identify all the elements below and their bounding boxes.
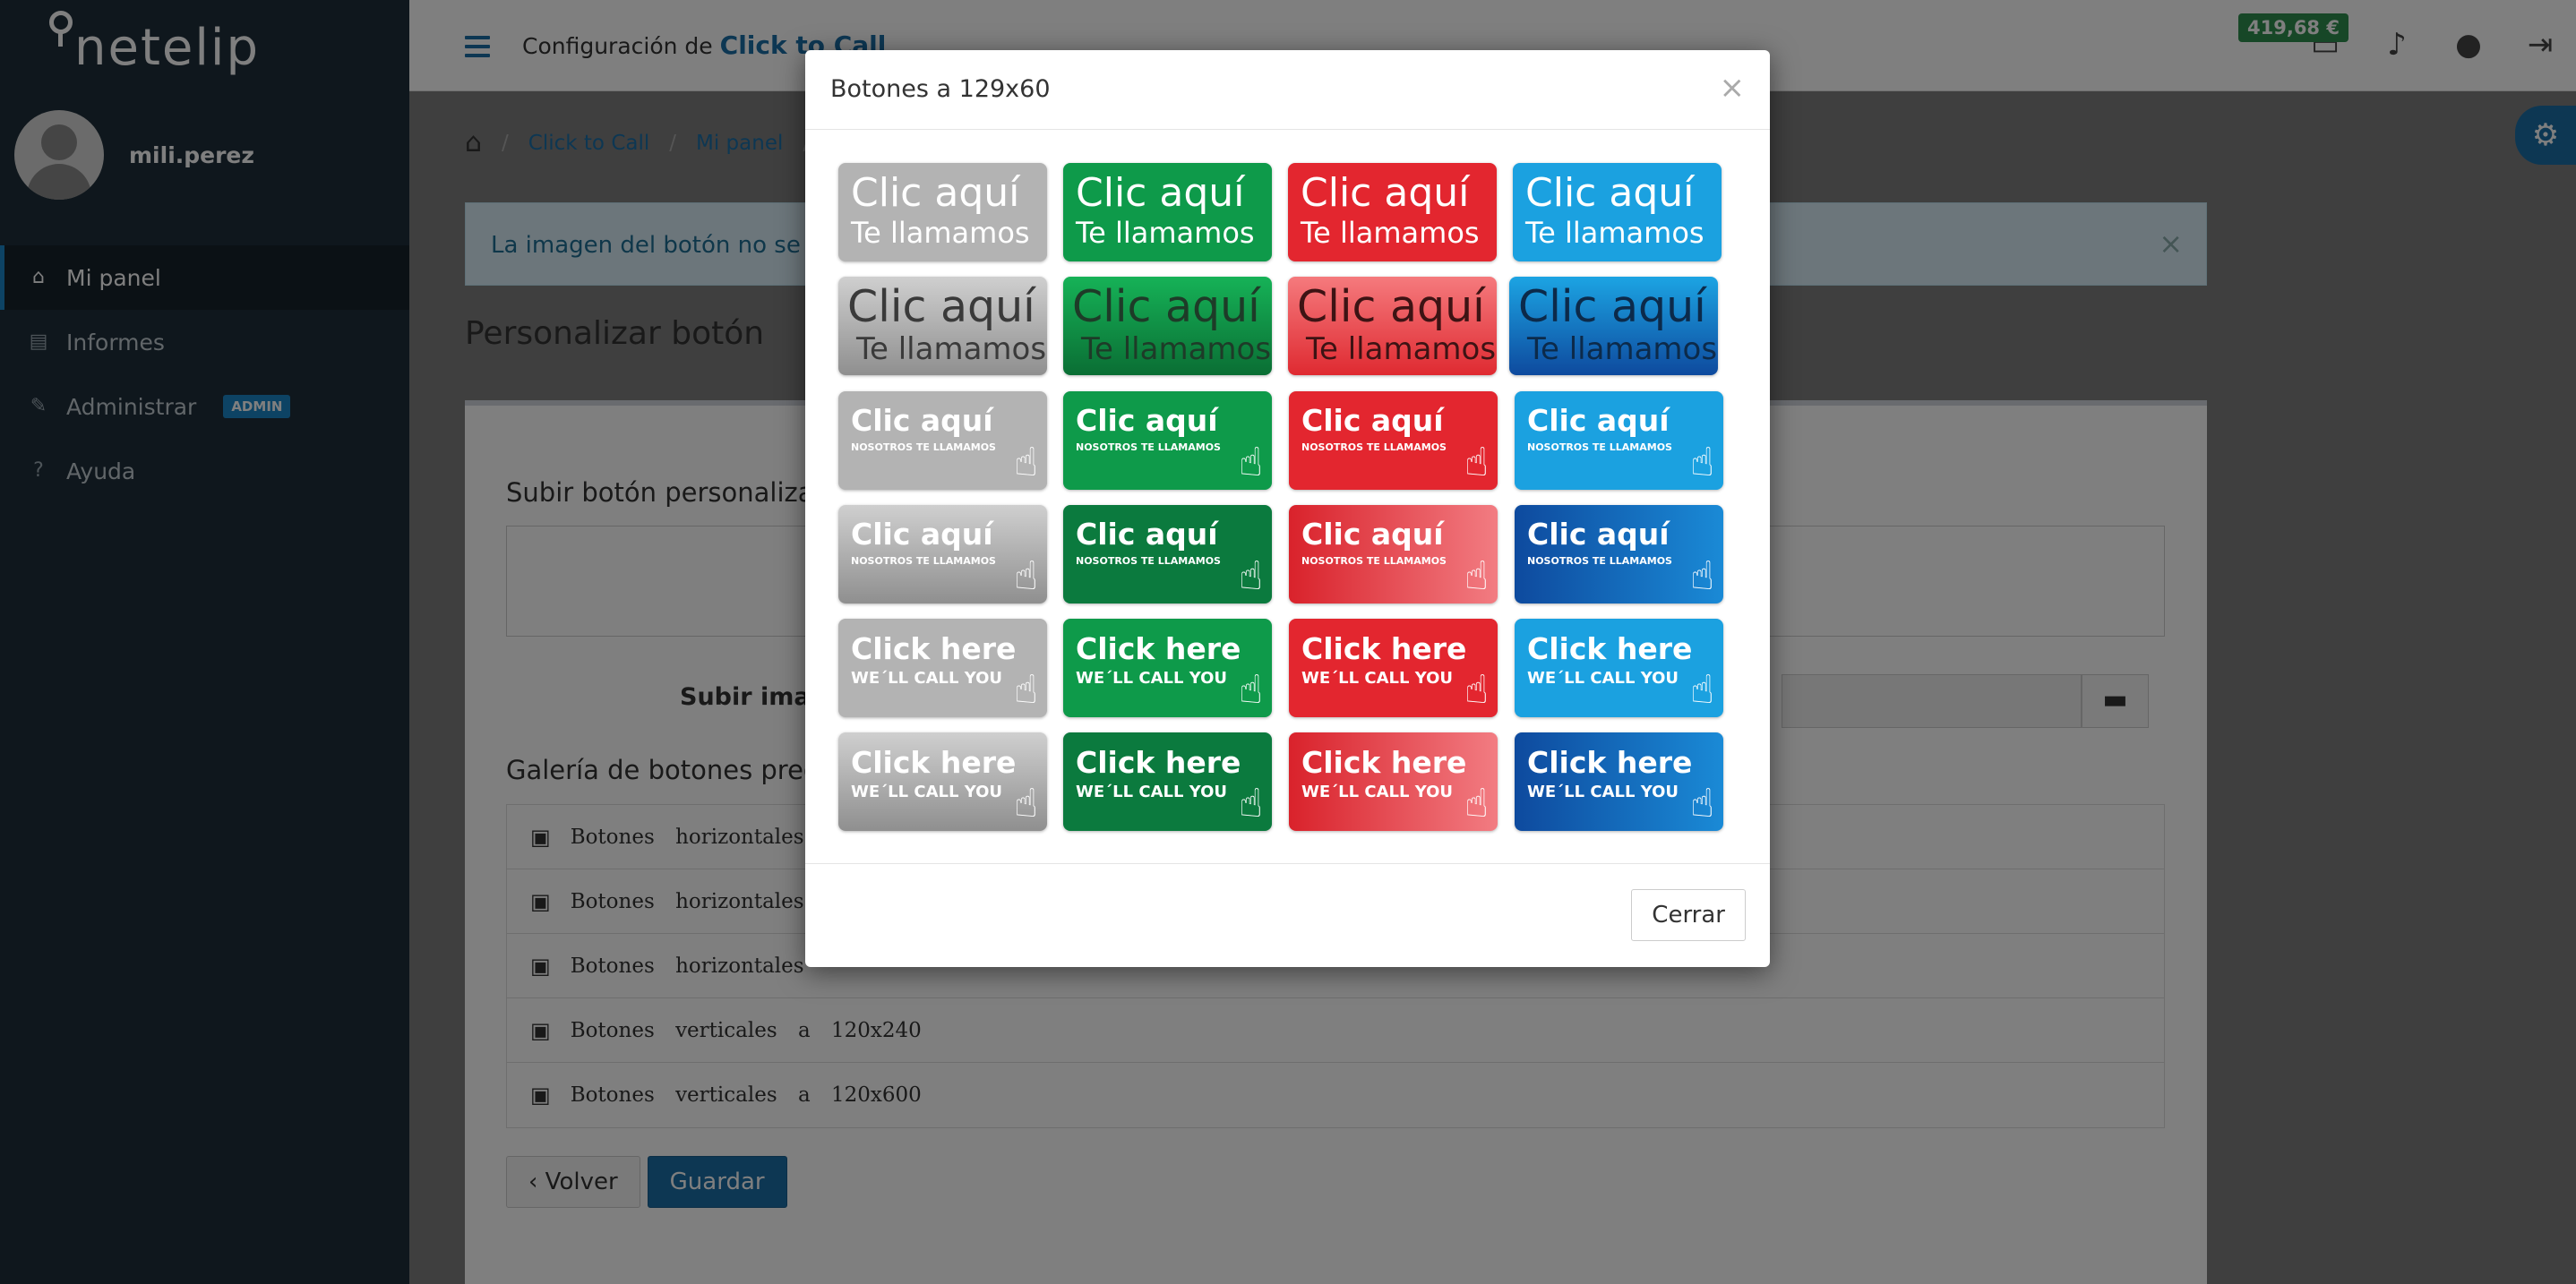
hand-pointer-icon: ☝ [1014,553,1038,599]
hand-pointer-icon: ☝ [1464,781,1489,826]
button-option[interactable]: Clic aquí Te llamamos [1288,277,1497,375]
hand-pointer-icon: ☝ [1014,781,1038,826]
button-row: Clic aquí NOSOTROS TE LLAMAMOS ☝ Clic aquí… [838,505,1734,603]
hand-pointer-icon: ☝ [1464,440,1489,485]
close-icon[interactable]: × [1720,70,1746,106]
button-option[interactable]: Click here WE´LL CALL YOU ☝ [1289,619,1498,717]
hand-pointer-icon: ☝ [1239,781,1263,826]
button-option[interactable]: Clic aquí NOSOTROS TE LLAMAMOS ☝ [1063,505,1272,603]
button-option[interactable]: Clic aquí NOSOTROS TE LLAMAMOS ☝ [1515,505,1723,603]
button-option[interactable]: Clic aquí NOSOTROS TE LLAMAMOS ☝ [1515,391,1723,490]
button-row: Click here WE´LL CALL YOU ☝ Click here WE´L… [838,619,1734,717]
button-option[interactable]: Clic aquí NOSOTROS TE LLAMAMOS ☝ [838,505,1047,603]
button-gallery-modal: Botones a 129x60 × Clic aquí Te llamamos … [805,50,1770,967]
button-row: Clic aquí NOSOTROS TE LLAMAMOS ☝ Clic aquí… [838,391,1734,490]
button-option[interactable]: Click here WE´LL CALL YOU ☝ [1063,732,1272,831]
button-option[interactable]: Click here WE´LL CALL YOU ☝ [1063,619,1272,717]
button-option[interactable]: Click here WE´LL CALL YOU ☝ [838,619,1047,717]
hand-pointer-icon: ☝ [1464,553,1489,599]
button-row: Clic aquí Te llamamos Clic aquí Te llamamo… [838,163,1734,261]
button-option[interactable]: Click here WE´LL CALL YOU ☝ [1515,619,1723,717]
button-row: Click here WE´LL CALL YOU ☝ Click here WE´L… [838,732,1734,831]
modal-title: Botones a 129x60 [830,75,1051,103]
button-option[interactable]: Clic aquí NOSOTROS TE LLAMAMOS ☝ [1289,505,1498,603]
hand-pointer-icon: ☝ [1239,667,1263,713]
button-option[interactable]: Click here WE´LL CALL YOU ☝ [838,732,1047,831]
button-option[interactable]: Clic aquí NOSOTROS TE LLAMAMOS ☝ [838,391,1047,490]
button-option[interactable]: Click here WE´LL CALL YOU ☝ [1515,732,1723,831]
button-option[interactable]: Clic aquí Te llamamos [838,277,1047,375]
hand-pointer-icon: ☝ [1464,667,1489,713]
hand-pointer-icon: ☝ [1239,440,1263,485]
button-option[interactable]: Clic aquí Te llamamos [1063,163,1272,261]
button-option[interactable]: Clic aquí NOSOTROS TE LLAMAMOS ☝ [1063,391,1272,490]
button-option[interactable]: Clic aquí Te llamamos [1513,163,1722,261]
button-option[interactable]: Clic aquí Te llamamos [1288,163,1497,261]
hand-pointer-icon: ☝ [1690,440,1714,485]
hand-pointer-icon: ☝ [1239,553,1263,599]
button-option[interactable]: Click here WE´LL CALL YOU ☝ [1289,732,1498,831]
modal-footer: Cerrar [805,863,1770,967]
button-option[interactable]: Clic aquí Te llamamos [838,163,1047,261]
hand-pointer-icon: ☝ [1690,553,1714,599]
modal-header: Botones a 129x60 × [805,50,1770,130]
close-button[interactable]: Cerrar [1631,889,1746,941]
hand-pointer-icon: ☝ [1014,440,1038,485]
hand-pointer-icon: ☝ [1690,667,1714,713]
button-row: Clic aquí Te llamamos Clic aquí Te llamamo… [838,277,1734,375]
button-option[interactable]: Clic aquí Te llamamos [1063,277,1272,375]
button-option[interactable]: Clic aquí NOSOTROS TE LLAMAMOS ☝ [1289,391,1498,490]
hand-pointer-icon: ☝ [1690,781,1714,826]
button-option[interactable]: Clic aquí Te llamamos [1509,277,1718,375]
hand-pointer-icon: ☝ [1014,667,1038,713]
